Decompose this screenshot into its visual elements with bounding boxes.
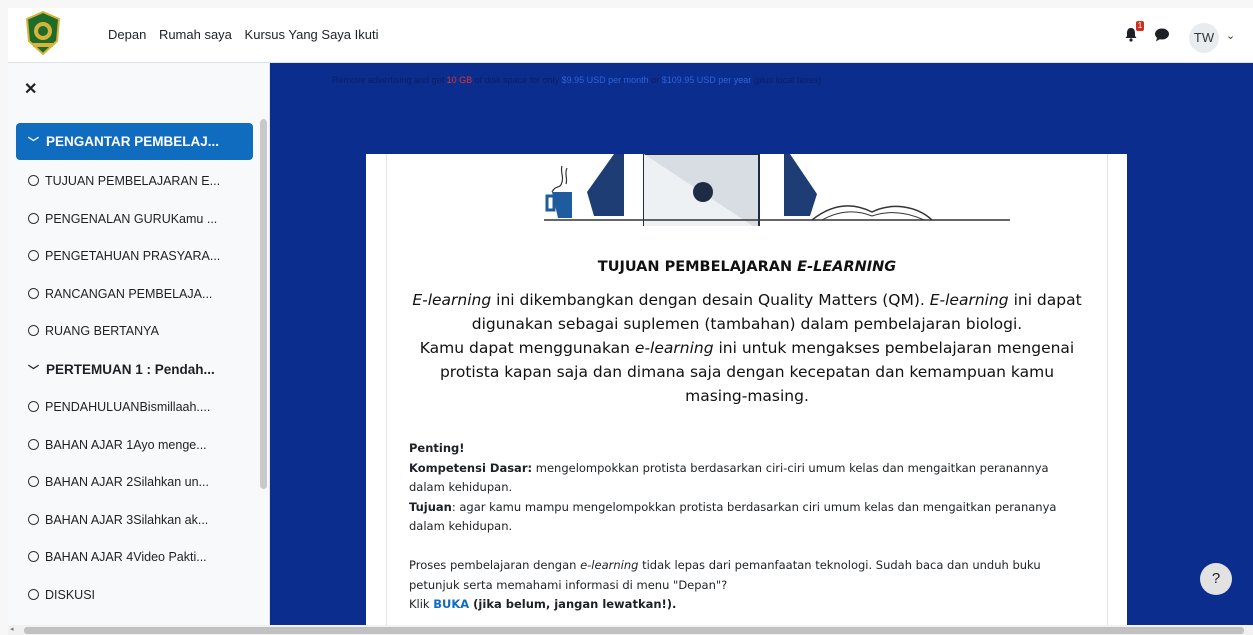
activity-item[interactable]: TUJUAN PEMBELAJARAN E... [16,163,253,201]
paragraph-text: Kamu dapat menggunakan [419,339,635,357]
completion-circle-icon [28,287,39,299]
activity-label: BAHAN AJAR 3Silahkan ak... [45,512,209,527]
completion-circle-icon [28,551,39,563]
activity-item[interactable]: RANCANGAN PEMBELAJA... [16,276,253,314]
close-drawer-icon[interactable]: ✕ [24,79,37,99]
buka-link[interactable]: BUKA [433,597,469,611]
completion-circle-icon [28,588,39,600]
completion-circle-icon [28,476,39,488]
user-avatar[interactable]: TW [1189,23,1219,53]
ad-text: (plus local taxes) [751,75,822,85]
important-block: Penting! Kompetensi Dasar: mengelompokka… [409,439,1069,537]
emphasis-text: e-learning [634,339,714,357]
completion-circle-icon [28,325,39,337]
completion-circle-icon [28,438,39,450]
activity-label: BAHAN AJAR 2Silahkan un... [45,475,209,490]
scroll-left-icon[interactable]: ◂ [10,625,14,633]
chevron-down-icon[interactable]: ⌄ [1226,29,1235,42]
primary-navigation: Depan Rumah saya Kursus Yang Saya Ikuti [108,27,387,42]
activity-label: PENGENALAN GURUKamu ... [45,211,218,226]
ad-price-month[interactable]: $9.95 USD per month [562,75,649,85]
section-pertemuan-1[interactable]: ﹀ PERTEMUAN 1 : Pendah... [16,351,253,389]
page-background [1127,154,1253,625]
scrollbar-thumb[interactable] [24,627,1244,634]
activity-label: BAHAN AJAR 4Video Pakti... [45,550,207,565]
important-heading: Penting! [409,441,465,455]
drawer-scrollbar[interactable] [260,119,267,489]
completion-circle-icon [28,513,39,525]
activity-label: BAHAN AJAR 1Ayo menge... [45,437,207,452]
main-content: Remove advertising and get 10 GB of disk… [270,63,1253,625]
activity-label: PENDAHULUANBismillaah.... [45,399,211,414]
header-banner: Remove advertising and get 10 GB of disk… [270,63,1253,154]
emphasis-text: E-learning [412,291,492,309]
laptop-illustration [544,154,1010,226]
intro-paragraph: E-learning ini dikembangkan dengan desai… [407,288,1087,408]
emphasis-text: e-learning [580,558,639,572]
completion-circle-icon [28,212,39,224]
activity-item[interactable]: DISKUSI [16,577,253,615]
site-logo[interactable] [25,11,61,55]
activity-content-card: TUJUAN PEMBELAJARAN E-LEARNING E-learnin… [386,154,1108,625]
title-text: TUJUAN PEMBELAJARAN [597,259,798,275]
activity-label: TUJUAN PEMBELAJARAN E... [45,174,221,188]
activity-label: RANCANGAN PEMBELAJA... [45,286,213,301]
paragraph-text: (jika belum, jangan lewatkan!). [469,597,677,611]
paragraph-text: Proses pembelajaran dengan [409,558,581,572]
activity-item[interactable]: PENGETAHUAN PRASYARA... [16,238,253,276]
tujuan-label: Tujuan [409,499,452,514]
section-pengantar[interactable]: ﹀ PENGANTAR PEMBELAJ... [16,123,253,160]
title-emphasis: E-LEARNING [797,259,897,275]
content-title: TUJUAN PEMBELAJARAN E-LEARNING [387,259,1107,275]
activity-label: RUANG BERTANYA [45,324,159,339]
completion-circle-icon [28,400,39,412]
process-block: Proses pembelajaran dengan e-learning ti… [409,556,1069,615]
help-button[interactable]: ? [1200,563,1232,595]
activity-item[interactable]: RUANG BERTANYA [16,313,253,351]
notification-count-badge: 1 [1136,21,1144,31]
activity-item[interactable]: PENGENALAN GURUKamu ... [16,201,253,239]
advertising-notice[interactable]: Remove advertising and get 10 GB of disk… [332,75,821,85]
ad-text: or [648,75,662,85]
nav-link-depan[interactable]: Depan [108,27,146,42]
section-title: PENGANTAR PEMBELAJ... [46,134,220,149]
activity-item[interactable]: PENDAHULUANBismillaah.... [16,389,253,427]
paragraph-text: Klik [409,597,434,611]
activity-item[interactable]: BAHAN AJAR 1Ayo menge... [16,427,253,465]
completion-circle-icon [28,250,39,262]
ad-text: of disk space for only [472,75,562,85]
activity-item[interactable]: BAHAN AJAR 4Video Pakti... [16,539,253,577]
tujuan-text: : agar kamu mampu mengelompokkan protist… [409,499,1057,534]
activity-item[interactable]: BAHAN AJAR 2Silahkan un... [16,464,253,502]
section-title: PERTEMUAN 1 : Pendah... [46,361,215,377]
kd-label: Dasar: [485,460,533,475]
chevron-down-icon: ﹀ [28,364,39,377]
nav-link-rumah-saya[interactable]: Rumah saya [159,27,232,42]
horizontal-scrollbar[interactable]: ◂ [8,625,1253,635]
activity-label: PENGETAHUAN PRASYARA... [45,249,221,264]
course-index: ﹀ PENGANTAR PEMBELAJ... TUJUAN PEMBELAJAR… [16,123,253,615]
chat-icon[interactable] [1154,28,1170,42]
top-navbar: Depan Rumah saya Kursus Yang Saya Ikuti … [8,8,1253,63]
activity-item[interactable]: BAHAN AJAR 3Silahkan ak... [16,502,253,540]
ad-text: Remove advertising and get [332,75,447,85]
kd-label: Kompetensi [409,460,486,475]
completion-circle-icon [28,175,39,186]
emphasis-text: E-learning [929,291,1009,309]
activity-label: DISKUSI [45,587,96,602]
ad-price-year[interactable]: $109.95 USD per year [662,75,752,85]
course-index-drawer: ✕ ﹀ PENGANTAR PEMBELAJ... TUJUAN PEMBELAJ… [8,63,270,625]
chevron-down-icon: ﹀ [28,137,39,149]
page-background [270,154,366,625]
nav-link-kursus[interactable]: Kursus Yang Saya Ikuti [245,27,379,42]
ad-highlight: 10 GB [446,75,473,85]
paragraph-text: ini dikembangkan dengan desain Quality M… [491,291,930,309]
